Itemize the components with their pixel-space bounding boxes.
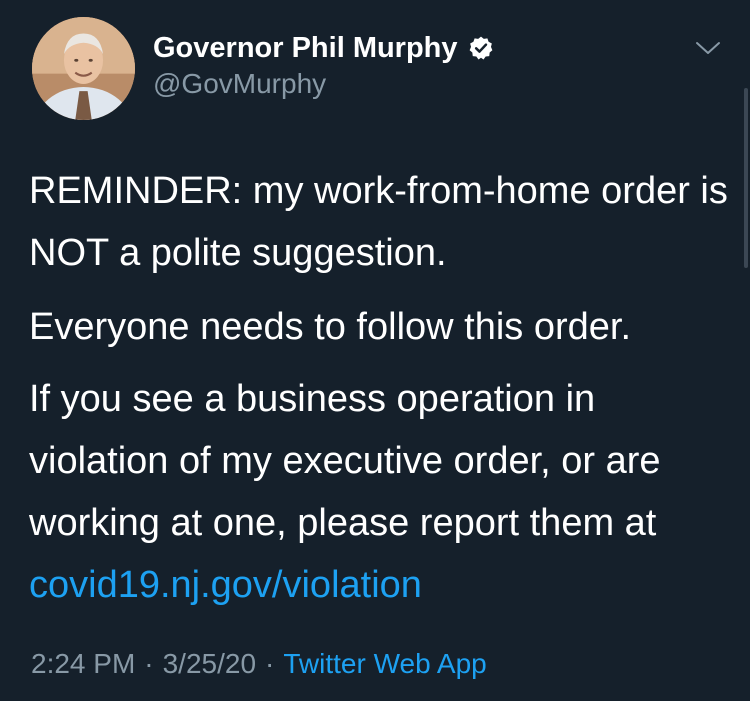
tweet-paragraph-3: If you see a business operation in viola… bbox=[29, 368, 729, 616]
tweet-time[interactable]: 2:24 PM bbox=[31, 648, 135, 680]
author-name-row: Governor Phil Murphy bbox=[153, 30, 494, 66]
avatar-image bbox=[32, 17, 135, 120]
avatar[interactable] bbox=[32, 17, 135, 120]
tweet-date[interactable]: 3/25/20 bbox=[163, 648, 256, 680]
tweet-metadata: 2:24 PM · 3/25/20 · Twitter Web App bbox=[31, 648, 487, 680]
verified-badge-icon bbox=[468, 35, 494, 61]
chevron-down-icon[interactable] bbox=[694, 37, 722, 59]
tweet-paragraph-2: Everyone needs to follow this order. bbox=[29, 306, 632, 348]
tweet-paragraph-1: REMINDER: my work-from-home order is NOT… bbox=[29, 170, 728, 274]
author-display-name[interactable]: Governor Phil Murphy bbox=[153, 32, 458, 65]
tweet-card: Governor Phil Murphy @GovMurphy REMINDER… bbox=[0, 0, 750, 701]
tweet-paragraph-3-text: If you see a business operation in viola… bbox=[29, 378, 661, 544]
meta-separator: · bbox=[144, 648, 154, 679]
tweet-source-link[interactable]: Twitter Web App bbox=[283, 648, 486, 680]
violation-report-link[interactable]: covid19.nj.gov/violation bbox=[29, 564, 422, 606]
meta-separator: · bbox=[265, 648, 275, 679]
author-handle[interactable]: @GovMurphy bbox=[153, 68, 326, 100]
tweet-text: REMINDER: my work-from-home order is NOT… bbox=[29, 160, 729, 616]
scrollbar[interactable] bbox=[744, 88, 748, 268]
